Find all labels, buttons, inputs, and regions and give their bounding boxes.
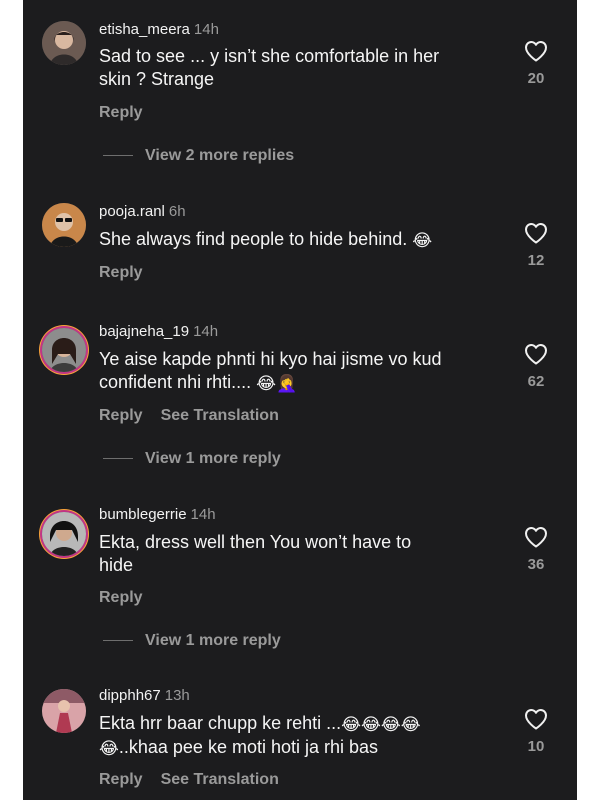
facepalm-emoji: 🤦‍♀️ — [275, 374, 298, 393]
comment-text-line: Sad to see ... y isn’t she comfortable i… — [99, 46, 440, 66]
comment-text-line: Ye aise kapde phnti hi kyo hai jisme vo … — [99, 349, 442, 369]
comment-text: Ye aise kapde phnti hi kyo hai jisme vo … — [99, 348, 499, 395]
username[interactable]: bumblegerrie — [99, 506, 187, 523]
comment-text: Sad to see ... y isn’t she comfortable i… — [99, 45, 499, 91]
avatar[interactable] — [42, 512, 86, 556]
comment-text-line: She always find people to hide behind. 😂 — [99, 228, 499, 252]
laughing-emoji-group: 😂😂😂😂 — [341, 715, 421, 734]
heart-outline-icon[interactable] — [524, 526, 548, 548]
reply-button[interactable]: Reply — [99, 589, 143, 606]
comment-actions: Reply See Translation — [99, 771, 279, 789]
timestamp: 6h — [168, 203, 186, 220]
like-count: 36 — [527, 556, 545, 573]
divider-line — [103, 155, 133, 157]
username[interactable]: bajajneha_19 — [99, 323, 189, 340]
like-count: 20 — [527, 70, 545, 87]
see-translation-button[interactable]: See Translation — [161, 407, 279, 424]
see-translation-button[interactable]: See Translation — [161, 771, 279, 788]
laughing-emoji: 😂 — [256, 374, 276, 393]
like-control: 62 — [521, 343, 551, 390]
view-more-replies[interactable]: View 2 more replies — [103, 147, 294, 165]
comment-text-line: skin ? Strange — [99, 69, 215, 89]
comment-meta: bumblegerrie 14h — [99, 506, 216, 523]
view-more-label: View 1 more reply — [145, 632, 281, 649]
avatar[interactable] — [42, 203, 86, 247]
timestamp: 13h — [164, 687, 190, 704]
heart-outline-icon[interactable] — [524, 343, 548, 365]
heart-outline-icon[interactable] — [524, 40, 548, 62]
like-count: 10 — [527, 738, 545, 755]
reply-button[interactable]: Reply — [99, 407, 143, 424]
reply-button[interactable]: Reply — [99, 104, 143, 121]
comment-actions: Reply — [99, 264, 143, 282]
reply-button[interactable]: Reply — [99, 264, 143, 281]
like-control: 20 — [521, 40, 551, 87]
laughing-emoji: 😂 — [412, 231, 433, 250]
comment-text: Ekta, dress well then You won’t have to … — [99, 531, 499, 577]
comments-panel: etisha_meera 14h Sad to see ... y isn’t s… — [23, 0, 577, 800]
comment-text-segment: ..khaa pee ke moti hoti ja rhi bas — [118, 737, 379, 757]
comment-text-segment: Ekta hrr baar chupp ke rehti ... — [99, 713, 342, 733]
comment-text-segment: confident nhi rhti.... — [99, 372, 252, 392]
comment-actions: Reply — [99, 104, 143, 122]
timestamp: 14h — [193, 21, 219, 38]
comment-meta: bajajneha_19 14h — [99, 323, 218, 340]
avatar[interactable] — [42, 21, 86, 65]
laughing-emoji: 😂 — [99, 739, 119, 758]
timestamp: 14h — [190, 506, 216, 523]
comment-text-line: confident nhi rhti.... 😂🤦‍♀️ — [99, 371, 499, 395]
heart-outline-icon[interactable] — [524, 708, 548, 730]
view-more-label: View 2 more replies — [145, 147, 295, 164]
comment-actions: Reply See Translation — [99, 407, 279, 425]
avatar[interactable] — [42, 689, 86, 733]
view-more-replies[interactable]: View 1 more reply — [103, 632, 281, 650]
timestamp: 14h — [193, 323, 219, 340]
like-control: 10 — [521, 708, 551, 755]
comment-text-line: Ekta hrr baar chupp ke rehti ...😂😂😂😂 — [99, 712, 499, 736]
like-control: 12 — [521, 222, 551, 269]
comment-text-line: Ekta, dress well then You won’t have to — [99, 532, 412, 552]
username[interactable]: dipphh67 — [99, 687, 161, 704]
comment-meta: pooja.ranl 6h — [99, 203, 186, 220]
heart-outline-icon[interactable] — [524, 222, 548, 244]
like-control: 36 — [521, 526, 551, 573]
comment-actions: Reply — [99, 589, 143, 607]
divider-line — [103, 458, 133, 460]
comment-text-line: hide — [99, 555, 134, 575]
view-more-replies[interactable]: View 1 more reply — [103, 450, 281, 468]
like-count: 12 — [527, 252, 545, 269]
comment-text: She always find people to hide behind. 😂 — [99, 228, 499, 252]
comment-text: Ekta hrr baar chupp ke rehti ...😂😂😂😂 😂..… — [99, 712, 499, 760]
like-count: 62 — [527, 373, 545, 390]
reply-button[interactable]: Reply — [99, 771, 143, 788]
view-more-label: View 1 more reply — [145, 450, 281, 467]
comment-meta: dipphh67 13h — [99, 687, 190, 704]
comment-text-line: 😂..khaa pee ke moti hoti ja rhi bas — [99, 736, 499, 760]
avatar[interactable] — [42, 328, 86, 372]
username[interactable]: etisha_meera — [99, 21, 190, 38]
comment-meta: etisha_meera 14h — [99, 21, 219, 38]
username[interactable]: pooja.ranl — [99, 203, 165, 220]
comment-text-segment: She always find people to hide behind. — [99, 229, 408, 249]
divider-line — [103, 640, 133, 642]
